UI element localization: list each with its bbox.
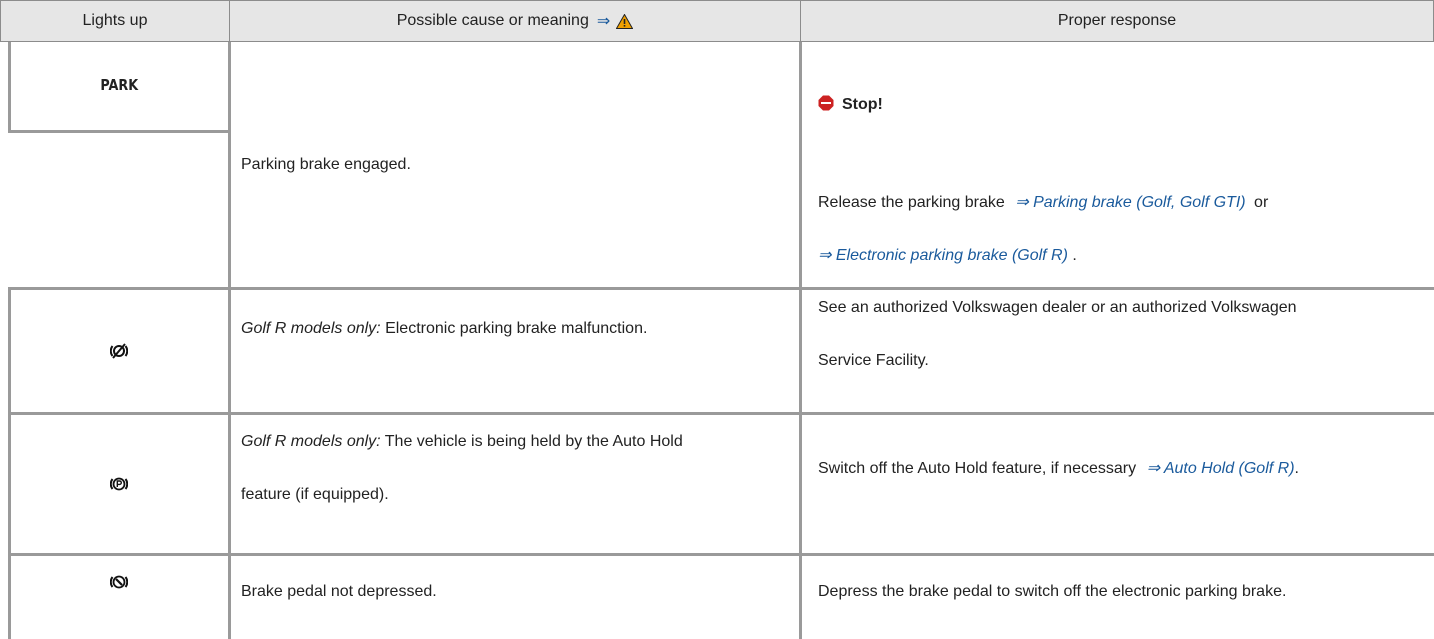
- row3-cause-italic: Golf R models only:: [241, 433, 381, 450]
- row3-response-prefix: Switch off the Auto Hold feature, if nec…: [818, 460, 1137, 477]
- row3-cause-line2: feature (if equipped).: [241, 486, 389, 503]
- brake-pedal-icon: [110, 575, 128, 589]
- row1-response-period: .: [1072, 247, 1077, 264]
- stop-label: Stop!: [842, 96, 883, 113]
- row4-cause: Brake pedal not depressed.: [241, 583, 437, 600]
- row3-response-period: .: [1294, 460, 1299, 477]
- park-icon: PARK: [100, 76, 138, 94]
- warning-lights-table: Lights up Possible cause or meaning ⇒ Pr…: [0, 0, 1434, 639]
- stop-icon: [818, 95, 834, 111]
- row2-cause-text: Electronic parking brake malfunction.: [385, 320, 648, 337]
- row1-response-prefix: Release the parking brake: [818, 194, 1005, 211]
- malfunction-indicator-cell: [10, 290, 228, 412]
- row3-cause-line1: Golf R models only: The vehicle is being…: [241, 421, 683, 463]
- link-parking-brake[interactable]: ⇒ Parking brake (Golf, Golf GTI): [1015, 194, 1245, 211]
- auto-hold-indicator-cell: [10, 415, 228, 553]
- link-auto-hold[interactable]: ⇒ Auto Hold (Golf R): [1147, 460, 1295, 477]
- row2-response-line1: See an authorized Volkswagen dealer or a…: [818, 299, 1297, 316]
- header-proper-response-label: Proper response: [1057, 12, 1177, 29]
- row1-response-stop: Stop!: [818, 84, 883, 126]
- row1-response-line2: ⇒ Electronic parking brake (Golf R) .: [818, 235, 1077, 277]
- row3-response: Switch off the Auto Hold feature, if nec…: [818, 448, 1299, 490]
- row1-response-or: or: [1254, 194, 1269, 211]
- header-arrow: ⇒: [596, 13, 611, 30]
- row1-response-line1: Release the parking brake ⇒ Parking brak…: [818, 182, 1268, 224]
- row2-cause-italic: Golf R models only:: [241, 320, 381, 337]
- header-possible-cause-label: Possible cause or meaning: [396, 12, 589, 29]
- column-divider-2: [799, 42, 802, 639]
- auto-hold-icon: [110, 477, 128, 491]
- row-divider-park-inner: [8, 130, 230, 133]
- parking-brake-malfunction-icon: [110, 343, 128, 359]
- header-lights-up: Lights up: [0, 0, 230, 42]
- header-proper-response: Proper response: [800, 0, 1434, 42]
- row4-response: Depress the brake pedal to switch off th…: [818, 583, 1287, 600]
- link-electronic-parking-brake[interactable]: ⇒ Electronic parking brake (Golf R): [818, 247, 1068, 264]
- row2-response-line2: Service Facility.: [818, 352, 929, 369]
- park-indicator-cell: PARK: [10, 42, 228, 128]
- row3-cause-text1: The vehicle is being held by the Auto Ho…: [384, 433, 683, 450]
- brake-pedal-indicator-cell: [10, 556, 228, 639]
- row2-cause: Golf R models only: Electronic parking b…: [241, 308, 647, 350]
- header-possible-cause: Possible cause or meaning ⇒: [229, 0, 801, 42]
- row1-cause: Parking brake engaged.: [241, 156, 411, 173]
- warning-triangle-icon: [616, 13, 634, 29]
- header-lights-up-label: Lights up: [82, 12, 148, 29]
